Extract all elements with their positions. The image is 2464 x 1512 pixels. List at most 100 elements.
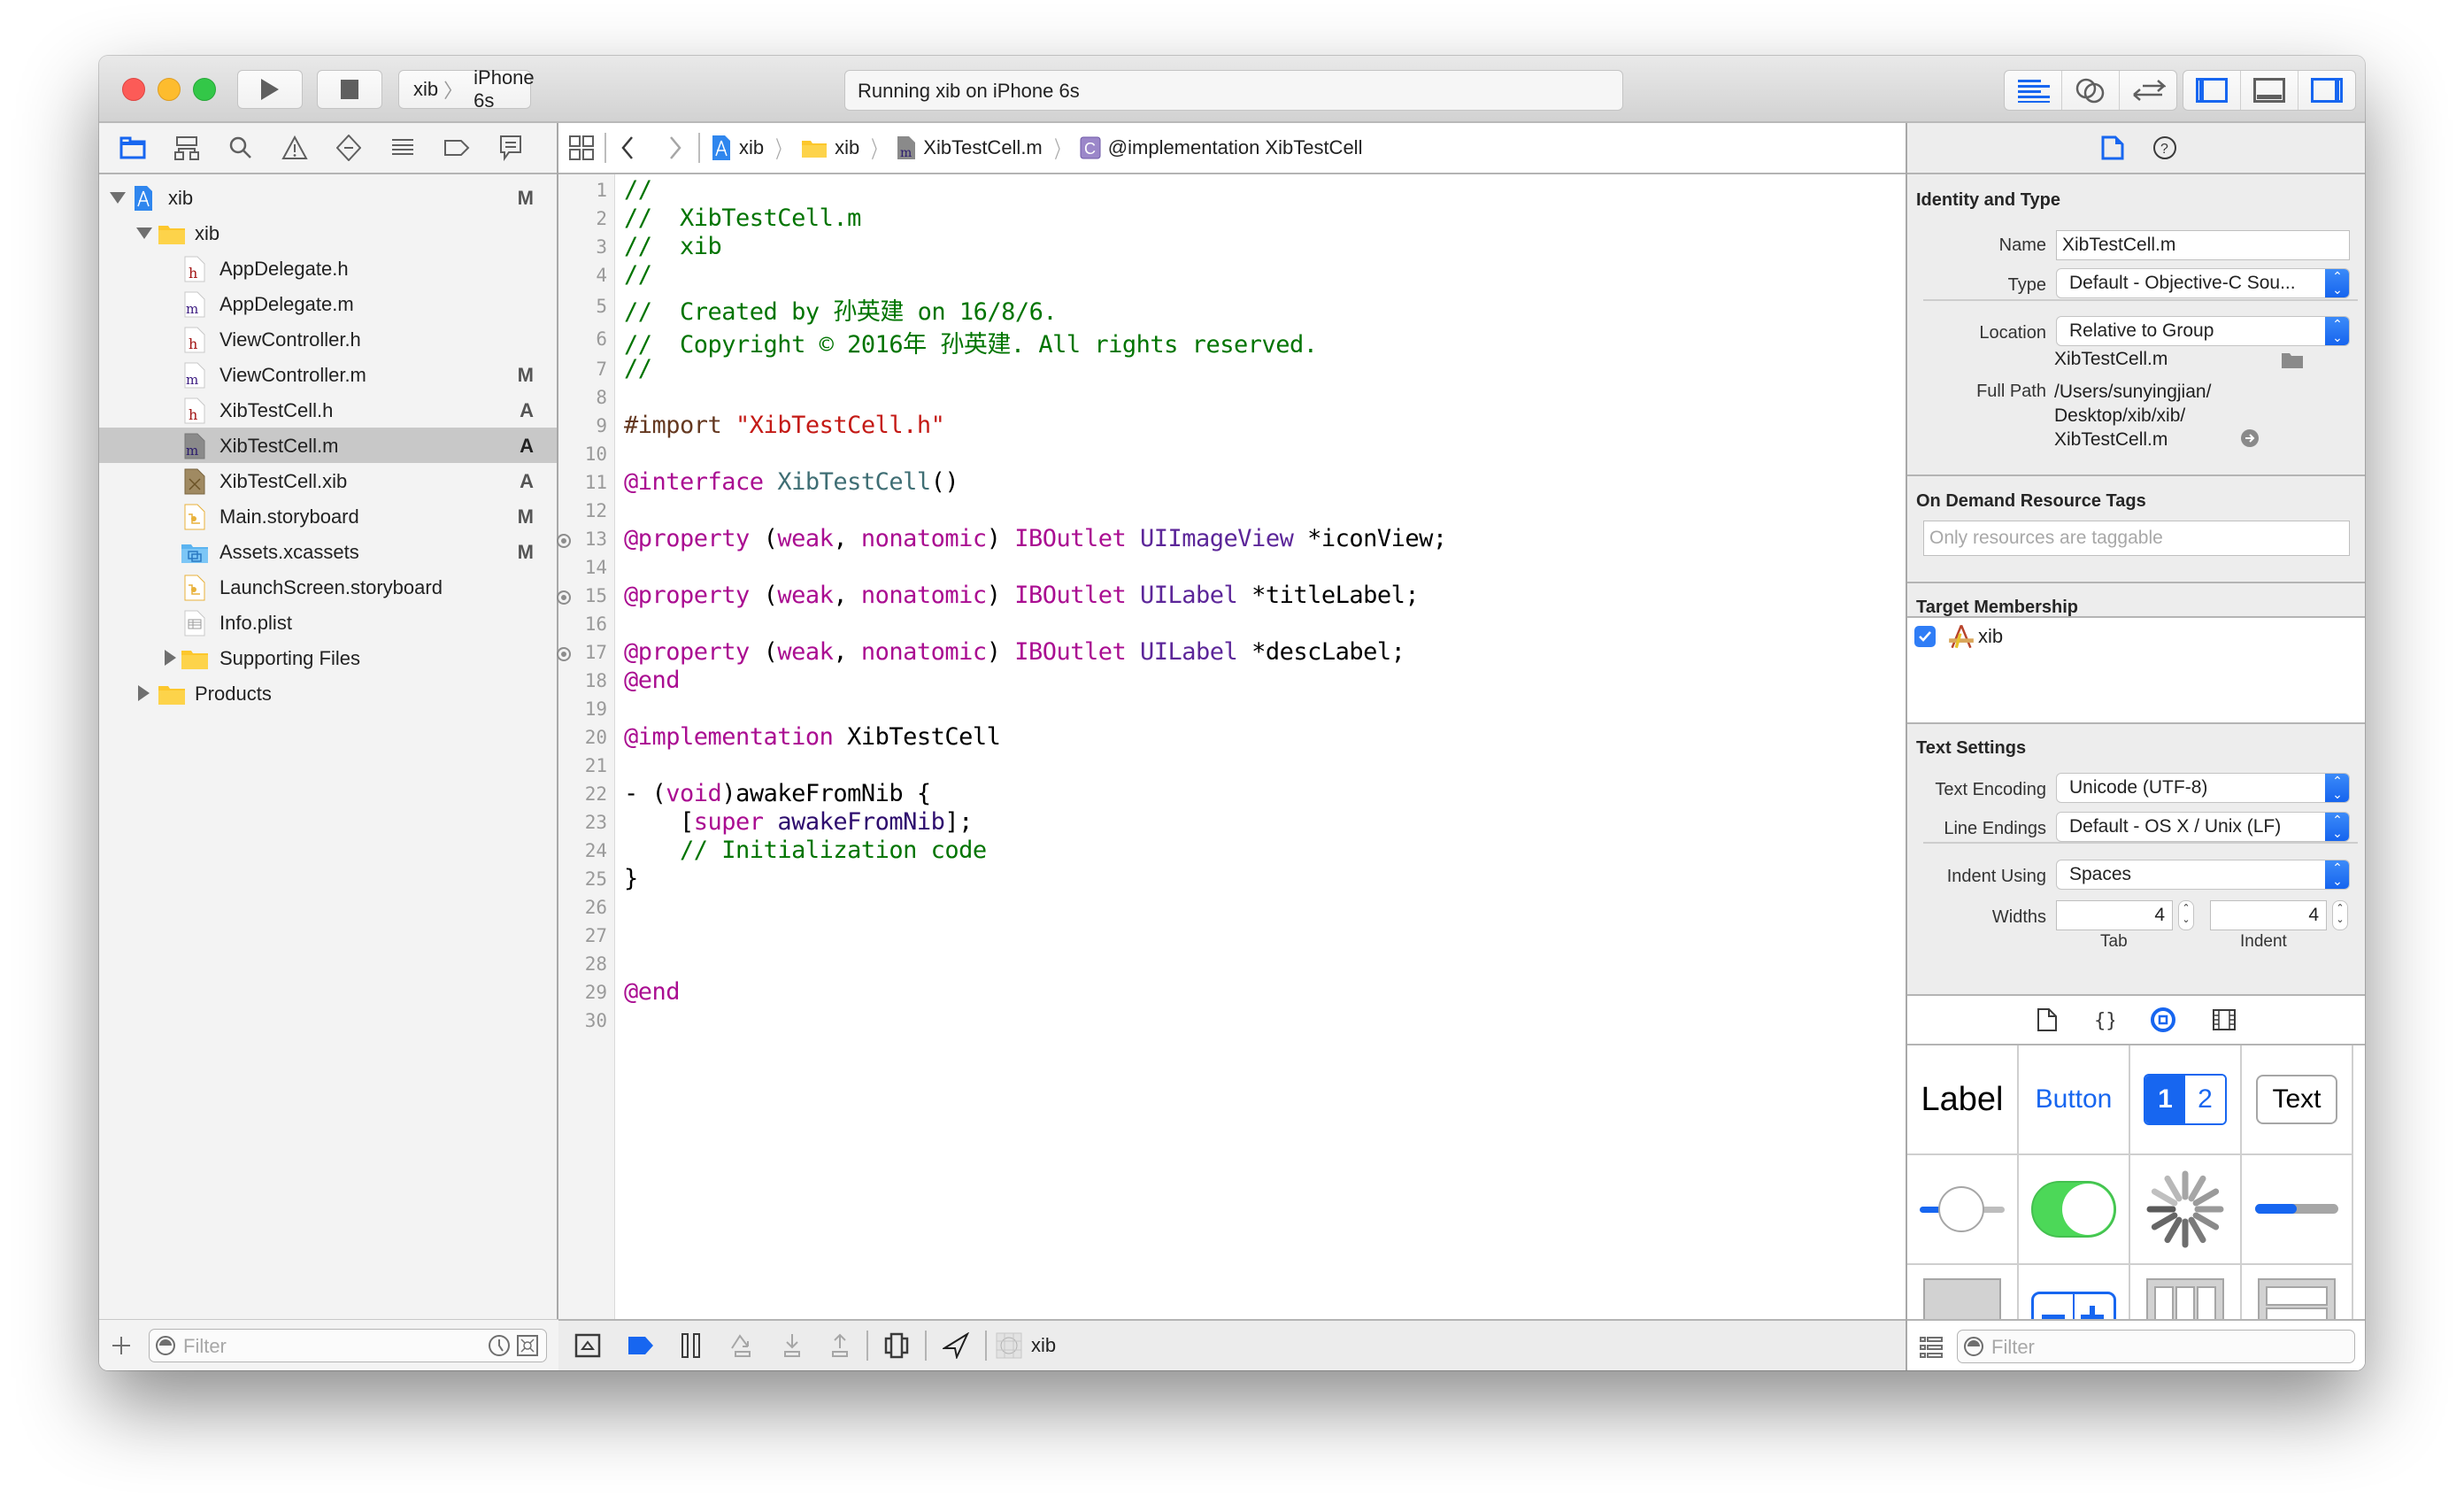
tree-item[interactable]: LaunchScreen.storyboard — [99, 569, 557, 605]
library-item-segmented-control[interactable]: 1 2 — [2130, 1045, 2242, 1155]
tab-find-navigator[interactable] — [225, 132, 257, 164]
breadcrumb-file[interactable]: m XibTestCell.m — [897, 135, 1043, 160]
indent-using-popup[interactable]: Spaces ⌃ ⌄ — [2056, 860, 2350, 890]
outlet-connection-icon[interactable] — [557, 590, 571, 605]
breakpoints-toggle-icon[interactable] — [628, 1335, 654, 1356]
stop-button[interactable] — [317, 70, 382, 109]
tree-item[interactable]: h ViewController.h — [99, 321, 557, 357]
run-button[interactable] — [237, 70, 303, 109]
library-filter-field[interactable]: Filter — [1957, 1330, 2355, 1363]
simulate-location-icon[interactable] — [943, 1332, 969, 1359]
tab-debug-navigator[interactable] — [387, 132, 419, 164]
library-item-slider[interactable] — [1907, 1155, 2019, 1265]
code-token-kw: @property — [624, 525, 750, 552]
process-selector[interactable]: xib — [996, 1332, 1056, 1359]
library-item-progress-view[interactable] — [2242, 1155, 2353, 1265]
library-item-text-field[interactable]: Text — [2242, 1045, 2353, 1155]
location-popup[interactable]: Relative to Group ⌃ ⌄ — [2056, 316, 2350, 346]
outlet-connection-icon[interactable] — [557, 534, 571, 548]
object-library-icon[interactable] — [2150, 1007, 2176, 1033]
hide-debug-area-icon[interactable] — [574, 1333, 601, 1358]
tree-item[interactable]: Products — [99, 675, 557, 711]
tree-item[interactable]: xib — [99, 215, 557, 251]
indent-width-stepper[interactable]: ⌃ ⌄ — [2332, 900, 2348, 930]
tree-item[interactable]: Main.storyboard M — [99, 498, 557, 534]
utilities-toggle-button[interactable] — [2298, 71, 2355, 110]
header-file-icon: h — [184, 327, 205, 353]
tree-item[interactable]: Info.plist — [99, 605, 557, 640]
tab-width-stepper[interactable]: ⌃ ⌄ — [2178, 900, 2194, 930]
tab-issue-navigator[interactable] — [279, 132, 311, 164]
indent-width-field[interactable]: 4 — [2210, 900, 2327, 930]
spinner-spoke — [2164, 1216, 2183, 1244]
forward-arrow-icon[interactable] — [668, 135, 682, 160]
line-number: 25 — [584, 868, 607, 890]
file-template-library-icon[interactable] — [2037, 1007, 2058, 1032]
quick-help-icon[interactable]: ? — [2152, 135, 2177, 160]
tree-item[interactable]: m ViewController.m M — [99, 357, 557, 392]
disclosure-closed-icon[interactable] — [165, 650, 176, 666]
minimize-window-button[interactable] — [158, 78, 181, 101]
library-item-activity-indicator[interactable] — [2130, 1155, 2242, 1265]
navigator-toggle-button[interactable] — [2183, 71, 2241, 110]
back-arrow-icon[interactable] — [620, 135, 635, 160]
tab-symbol-navigator[interactable] — [171, 132, 203, 164]
disclosure-open-icon[interactable] — [136, 228, 152, 239]
debug-area-toggle-button[interactable] — [2241, 71, 2298, 110]
tab-test-navigator[interactable] — [333, 132, 365, 164]
library-item-switch[interactable] — [2019, 1155, 2130, 1265]
tree-item[interactable]: h XibTestCell.h A — [99, 392, 557, 428]
version-editor-button[interactable] — [2120, 71, 2176, 110]
pause-icon[interactable] — [681, 1332, 702, 1359]
tree-item[interactable]: m AppDelegate.m — [99, 286, 557, 321]
navigator-filter-field[interactable]: Filter — [149, 1329, 547, 1362]
tab-width-field[interactable]: 4 — [2056, 900, 2173, 930]
breadcrumb-symbol[interactable]: C @implementation XibTestCell — [1080, 136, 1362, 159]
tab-project-navigator[interactable] — [117, 132, 149, 164]
scm-filter-icon[interactable] — [516, 1334, 539, 1357]
tree-item[interactable]: Supporting Files — [99, 640, 557, 675]
list-view-icon[interactable] — [1920, 1337, 1943, 1358]
library-item-button[interactable]: Button — [2019, 1045, 2130, 1155]
standard-editor-button[interactable] — [2005, 71, 2062, 110]
media-library-icon[interactable] — [2212, 1008, 2237, 1031]
step-over-icon[interactable] — [728, 1332, 755, 1359]
tree-item[interactable]: Assets.xcassets M — [99, 534, 557, 569]
version-editor-icon — [2133, 80, 2166, 101]
disclosure-open-icon[interactable] — [110, 192, 126, 204]
breadcrumb-project[interactable]: xib — [711, 135, 764, 161]
view-debugger-icon[interactable] — [884, 1332, 909, 1359]
tree-item[interactable]: XibTestCell.xib A — [99, 463, 557, 498]
breadcrumb-group[interactable]: xib — [801, 136, 859, 159]
source-editor[interactable]: //// XibTestCell.m// xib//// Created by … — [615, 174, 1906, 1370]
tab-breakpoint-navigator[interactable] — [441, 132, 473, 164]
type-popup[interactable]: Default - Objective-C Sou... ⌃ ⌄ — [2056, 268, 2350, 298]
code-snippet-library-icon[interactable]: {} — [2093, 1007, 2114, 1032]
name-field[interactable]: XibTestCell.m — [2056, 230, 2350, 260]
line-endings-popup[interactable]: Default - OS X / Unix (LF) ⌃ ⌄ — [2056, 812, 2350, 842]
reveal-in-finder-icon[interactable] — [2240, 428, 2260, 448]
scheme-selector[interactable]: xib 〉 iPhone 6s — [398, 66, 535, 112]
file-inspector-icon[interactable] — [2101, 135, 2124, 160]
close-window-button[interactable] — [122, 78, 145, 101]
tree-item[interactable]: xib M — [99, 180, 557, 215]
tree-item[interactable]: m XibTestCell.m A — [99, 428, 557, 463]
choose-folder-icon[interactable] — [2281, 351, 2304, 369]
library-item-label[interactable]: Label — [1907, 1045, 2019, 1155]
text-encoding-popup[interactable]: Unicode (UTF-8) ⌃ ⌄ — [2056, 773, 2350, 803]
related-items-icon[interactable] — [569, 135, 594, 160]
tree-item[interactable]: h AppDelegate.h — [99, 251, 557, 286]
tab-report-navigator[interactable] — [495, 132, 527, 164]
assistant-editor-button[interactable] — [2062, 71, 2120, 110]
step-into-icon[interactable] — [782, 1332, 803, 1359]
recent-files-icon[interactable] — [488, 1334, 511, 1357]
zoom-window-button[interactable] — [193, 78, 216, 101]
disclosure-closed-icon[interactable] — [138, 685, 150, 701]
outlet-connection-icon[interactable] — [557, 647, 571, 661]
add-file-icon[interactable] — [112, 1336, 131, 1355]
step-out-icon[interactable] — [829, 1332, 851, 1359]
odr-tags-field[interactable]: Only resources are taggable — [1923, 521, 2350, 556]
storyboard-file-icon — [184, 575, 205, 601]
target-row-xib[interactable]: xib — [1914, 623, 2003, 650]
target-checkbox[interactable] — [1914, 626, 1936, 647]
